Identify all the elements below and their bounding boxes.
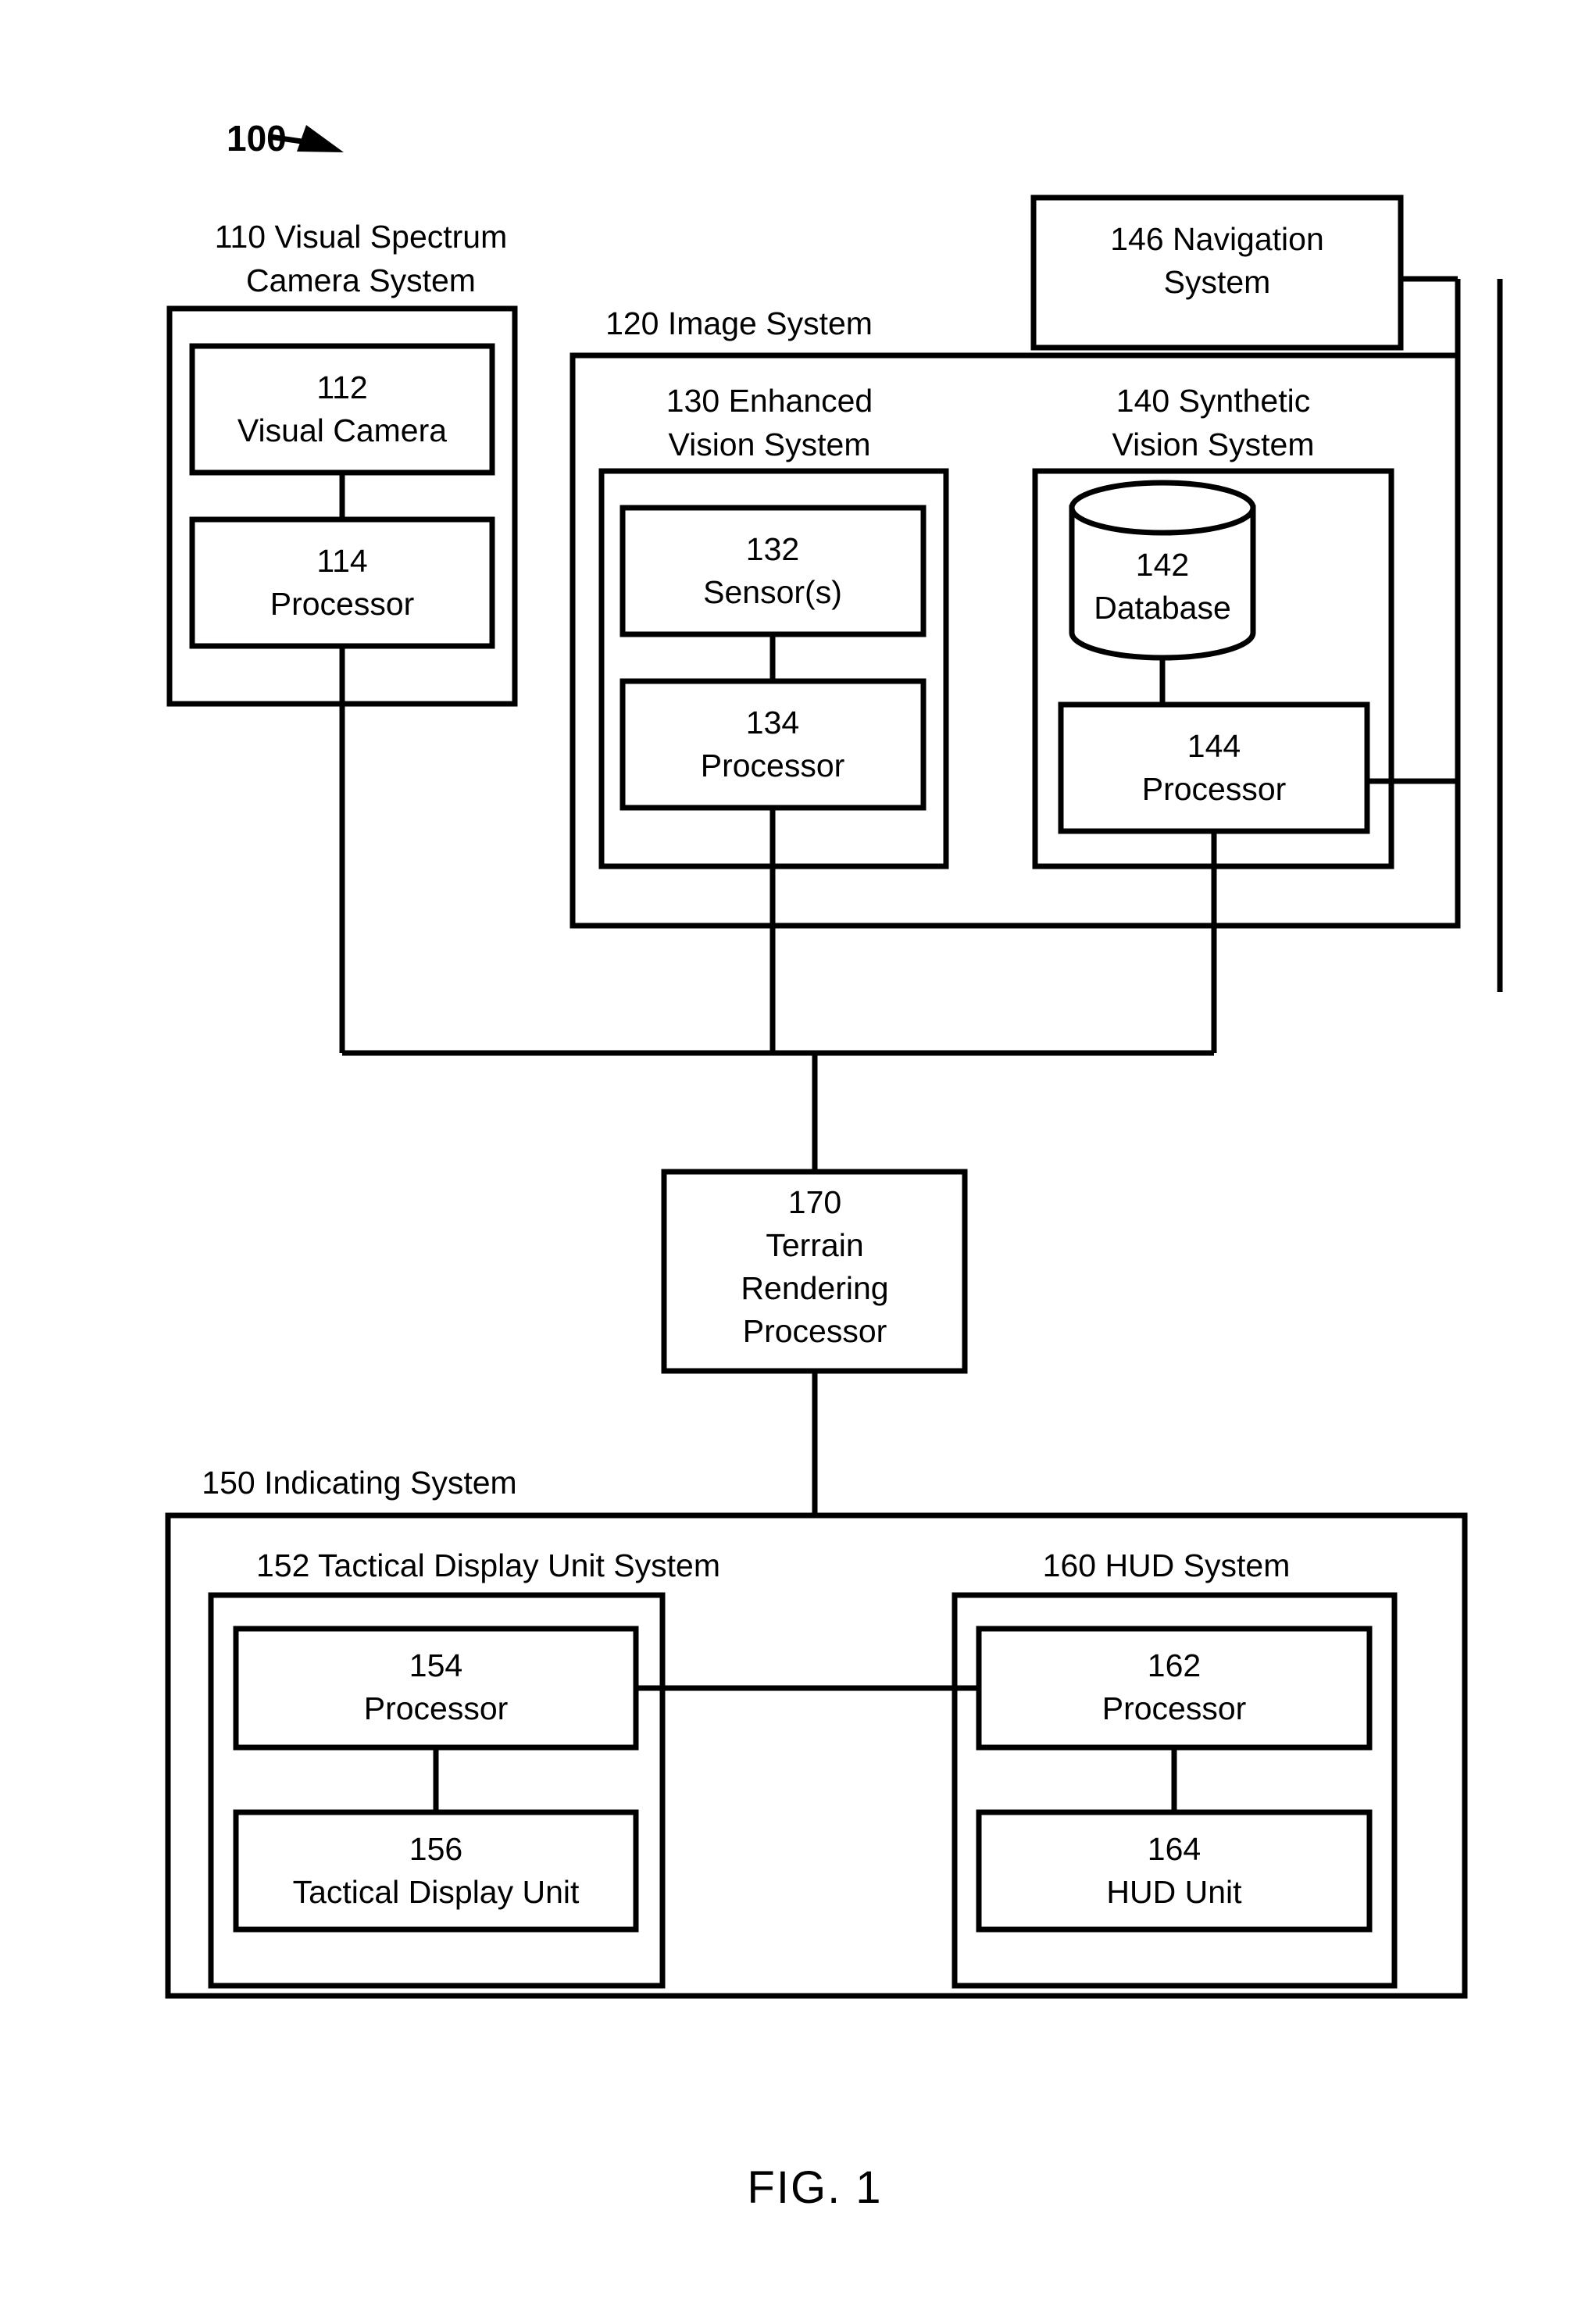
image-system-label: 120 Image System — [605, 305, 873, 341]
block-diagram-canvas: 100 110 Visual Spectrum Camera System 11… — [165, 118, 1503, 2213]
enhanced-vision-label-line1: 130 Enhanced — [666, 383, 873, 419]
hud-unit-box — [976, 1809, 1373, 1933]
tactical-display-system-label: 152 Tactical Display Unit System — [256, 1547, 720, 1583]
figure-caption: FIG. 1 — [747, 2162, 882, 2213]
tactical-processor-ref: 154 — [409, 1647, 462, 1683]
evs-processor-name: Processor — [701, 748, 845, 783]
evs-processor-ref: 134 — [746, 705, 799, 741]
database-ref: 142 — [1136, 547, 1189, 583]
terrain-processor-name-line1: Terrain — [766, 1227, 863, 1263]
figure-root: 100 110 Visual Spectrum Camera System 11… — [0, 0, 1596, 2313]
evs-processor-box — [619, 678, 927, 811]
terrain-processor-name-line2: Rendering — [741, 1270, 888, 1306]
camera-processor-ref: 114 — [316, 543, 367, 579]
sensors-name: Sensor(s) — [703, 574, 842, 610]
sensors-box — [619, 505, 927, 637]
tactical-display-unit-ref: 156 — [409, 1831, 462, 1867]
tactical-processor-box — [233, 1626, 639, 1751]
svs-processor-name: Processor — [1142, 771, 1287, 807]
indicating-system-label: 150 Indicating System — [202, 1465, 516, 1501]
synthetic-vision-label-line1: 140 Synthetic — [1116, 383, 1310, 419]
terrain-processor-ref: 170 — [788, 1184, 841, 1220]
visual-camera-ref: 112 — [316, 369, 367, 405]
visual-camera-name: Visual Camera — [237, 412, 447, 448]
hud-processor-name: Processor — [1102, 1690, 1247, 1726]
visual-camera-box — [189, 343, 495, 476]
camera-system-label-line2: Camera System — [246, 262, 476, 298]
terrain-processor-name-line3: Processor — [743, 1313, 887, 1349]
camera-processor-name: Processor — [270, 586, 415, 622]
hud-processor-box — [976, 1626, 1373, 1751]
svs-processor-box — [1058, 701, 1370, 834]
hud-system-label: 160 HUD System — [1043, 1547, 1291, 1583]
tactical-display-unit-name: Tactical Display Unit — [293, 1874, 580, 1910]
synthetic-vision-label-line2: Vision System — [1112, 427, 1314, 462]
database-name: Database — [1094, 590, 1231, 626]
svs-processor-ref: 144 — [1187, 728, 1241, 764]
camera-system-label-line1: 110 Visual Spectrum — [215, 219, 508, 255]
hud-unit-ref: 164 — [1148, 1831, 1201, 1867]
hud-unit-name: HUD Unit — [1106, 1874, 1242, 1910]
hud-processor-ref: 162 — [1148, 1647, 1201, 1683]
enhanced-vision-label-line2: Vision System — [668, 427, 870, 462]
tactical-processor-name: Processor — [364, 1690, 509, 1726]
navigation-system-label-line2: System — [1164, 264, 1271, 300]
sensors-ref: 132 — [746, 531, 799, 567]
tactical-display-unit-box — [233, 1809, 639, 1933]
navigation-system-label-line1: 146 Navigation — [1110, 221, 1324, 257]
camera-processor-box — [189, 516, 495, 649]
